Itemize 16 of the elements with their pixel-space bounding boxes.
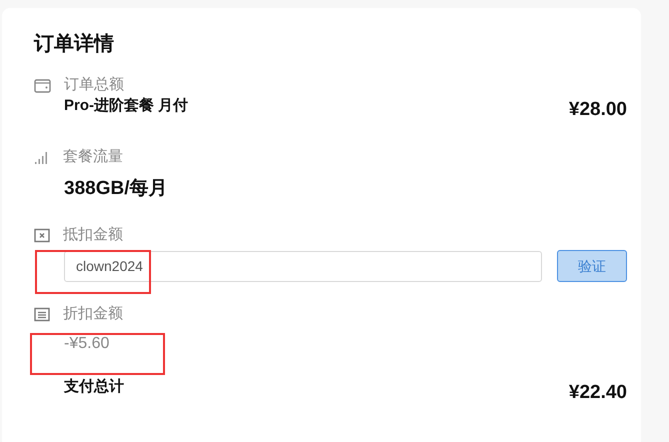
section-label: 订单总额 xyxy=(64,74,124,95)
signal-icon xyxy=(34,150,50,164)
total-price: ¥22.40 xyxy=(568,380,627,404)
total-label: 支付总计 xyxy=(64,377,124,397)
traffic-value: 388GB/每月 xyxy=(63,178,168,200)
section-label: 套餐流量 xyxy=(63,146,123,167)
order-price: ¥28.00 xyxy=(568,98,627,122)
section-label: 抵扣金额 xyxy=(63,224,123,245)
close-box-icon xyxy=(34,228,50,242)
discount-value: -¥5.60 xyxy=(63,334,110,354)
list-box-icon xyxy=(34,306,50,322)
card-title: 订单详情 xyxy=(34,33,115,55)
section-label: 折扣金额 xyxy=(63,304,123,324)
wallet-icon xyxy=(34,78,51,92)
coupon-field[interactable]: clown2024 xyxy=(64,250,542,282)
plan-name: Pro-进阶套餐 月付 xyxy=(64,96,188,116)
